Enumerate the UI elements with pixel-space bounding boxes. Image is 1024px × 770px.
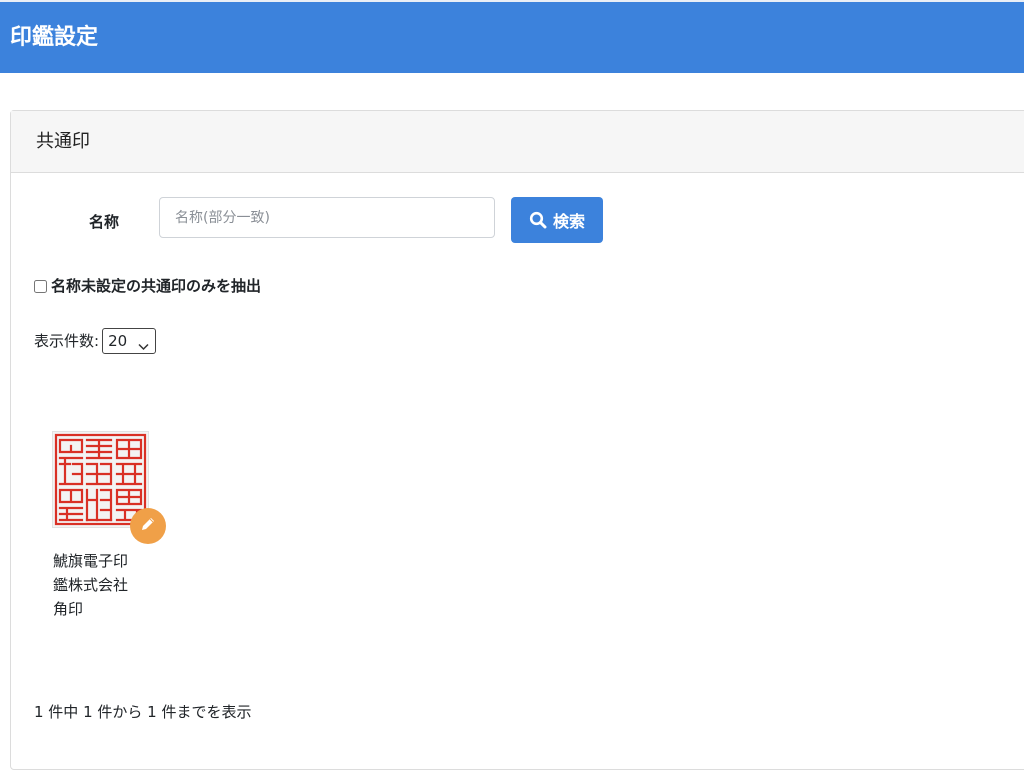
pagination-summary: 1 件中 1 件から 1 件までを表示: [34, 703, 252, 721]
search-icon: [529, 211, 547, 229]
unnamed-only-checkbox[interactable]: [34, 279, 47, 293]
unnamed-only-label[interactable]: 名称未設定の共通印のみを抽出: [51, 276, 261, 296]
display-count-select[interactable]: 20: [102, 328, 157, 356]
display-count-value: 20: [108, 332, 128, 350]
search-button[interactable]: 検索: [511, 197, 603, 243]
name-search-input[interactable]: [159, 197, 495, 238]
pencil-icon: [140, 516, 156, 536]
chevron-down-icon: [138, 336, 149, 356]
seal-caption-line: 角印: [53, 600, 84, 618]
seal-caption: 鯱旗電子印 鑑株式会社 角印: [53, 549, 163, 621]
search-button-label: 検索: [552, 212, 585, 231]
card-title: 共通印: [36, 131, 90, 152]
seal-stamp-icon: [54, 433, 147, 526]
name-label: 名称: [89, 213, 120, 231]
seal-caption-line: 鯱旗電子印: [53, 552, 129, 570]
seal-caption-line: 鑑株式会社: [53, 576, 129, 594]
card-header: 共通印: [11, 111, 1024, 173]
edit-seal-button[interactable]: [130, 508, 166, 544]
page-title: 印鑑設定: [10, 25, 99, 50]
app-header: 印鑑設定: [0, 0, 1024, 73]
display-count-label: 表示件数:: [34, 332, 100, 350]
display-count-row: 表示件数: 20: [34, 328, 157, 356]
unnamed-filter-row: 名称未設定の共通印のみを抽出: [34, 276, 261, 296]
